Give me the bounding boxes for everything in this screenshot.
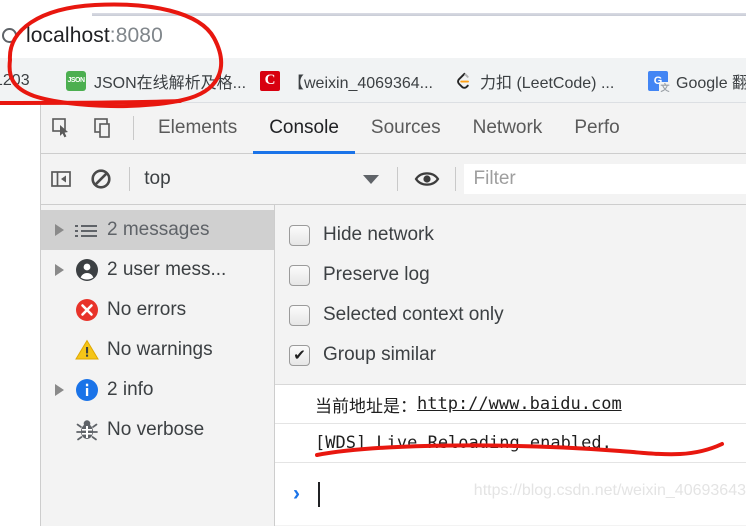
devtools-tab-bar: Elements Console Sources Network Perfo bbox=[41, 103, 746, 154]
bookmark-item-2[interactable]: C 【weixin_4069364... bbox=[260, 58, 433, 103]
google-translate-icon: G bbox=[648, 70, 671, 94]
checkbox[interactable] bbox=[289, 264, 310, 286]
bug-icon bbox=[75, 418, 99, 442]
console-prompt-row[interactable]: › https://blog.csdn.net/weixin_40693643 bbox=[275, 463, 746, 525]
tab-sources[interactable]: Sources bbox=[355, 103, 457, 154]
json-icon: JSON bbox=[66, 70, 86, 91]
expand-arrow-icon[interactable] bbox=[53, 263, 67, 277]
user-icon bbox=[75, 258, 99, 282]
filterbar-divider-2 bbox=[397, 167, 399, 191]
tab-strip-edge bbox=[92, 13, 746, 16]
setting-label: Selected context only bbox=[323, 304, 504, 325]
sidebar-item-label: 2 info bbox=[107, 379, 154, 400]
device-toolbar-icon[interactable] bbox=[83, 103, 125, 154]
live-expression-eye-icon[interactable] bbox=[406, 154, 446, 205]
bookmarks-bar: y1203 JSON JSON在线解析及格... C 【weixin_40693… bbox=[0, 58, 746, 103]
address-bar-url[interactable]: localhost:8080 bbox=[26, 24, 163, 48]
checkbox[interactable] bbox=[289, 304, 310, 326]
checkbox[interactable] bbox=[289, 224, 310, 246]
url-port: :8080 bbox=[109, 24, 163, 47]
clear-console-icon[interactable] bbox=[81, 154, 121, 205]
bookmark-item-0[interactable]: y1203 bbox=[0, 58, 30, 103]
sidebar-item-messages[interactable]: 2 messages bbox=[41, 210, 274, 250]
info-circle-icon[interactable] bbox=[2, 28, 17, 43]
console-body: 2 messages 2 user mess... No errors No w… bbox=[41, 205, 746, 526]
tab-elements[interactable]: Elements bbox=[142, 103, 253, 154]
setting-preserve-log[interactable]: Preserve log bbox=[289, 255, 746, 295]
sidebar-item-verbose[interactable]: No verbose bbox=[41, 410, 274, 450]
warning-icon bbox=[75, 338, 99, 362]
url-host: localhost bbox=[26, 24, 110, 47]
browser-omnibox-bar: localhost:8080 bbox=[0, 0, 746, 58]
setting-label: Preserve log bbox=[323, 264, 430, 285]
sidebar-item-label: 2 user mess... bbox=[107, 259, 227, 280]
filterbar-divider-1 bbox=[129, 167, 131, 191]
expand-arrow-placeholder bbox=[53, 423, 67, 437]
setting-label: Group similar bbox=[323, 344, 436, 365]
console-message-row: [WDS] Live Reloading enabled. bbox=[275, 424, 746, 463]
console-message-row: 当前地址是： http://www.baidu.com bbox=[275, 385, 746, 424]
bookmark-item-3[interactable]: 力扣 (LeetCode) ... bbox=[452, 58, 614, 103]
csdn-icon: C bbox=[260, 70, 280, 91]
console-message-link[interactable]: http://www.baidu.com bbox=[417, 394, 622, 414]
console-sidebar: 2 messages 2 user mess... No errors No w… bbox=[41, 205, 275, 526]
sidebar-item-label: No warnings bbox=[107, 339, 213, 360]
console-filter-input[interactable]: Filter bbox=[463, 164, 746, 194]
tab-network[interactable]: Network bbox=[457, 103, 559, 154]
screenshot-root: localhost:8080 y1203 JSON JSON在线解析及格... … bbox=[0, 0, 746, 526]
sidebar-item-info[interactable]: 2 info bbox=[41, 370, 274, 410]
bookmark-label: Google 翻 bbox=[676, 74, 746, 92]
sidebar-item-label: No errors bbox=[107, 299, 187, 320]
console-sidebar-toggle-icon[interactable] bbox=[41, 154, 81, 205]
filterbar-divider-3 bbox=[454, 167, 456, 191]
sidebar-item-warnings[interactable]: No warnings bbox=[41, 330, 274, 370]
leetcode-icon bbox=[452, 71, 472, 91]
console-filter-bar: top Filter bbox=[41, 154, 746, 205]
watermark-text: https://blog.csdn.net/weixin_40693643 bbox=[473, 482, 746, 499]
execution-context-select[interactable]: top bbox=[138, 163, 389, 195]
setting-selected-context-only[interactable]: Selected context only bbox=[289, 295, 746, 335]
sidebar-item-label: 2 messages bbox=[107, 219, 210, 240]
text-cursor bbox=[318, 481, 320, 507]
checkbox-checked[interactable]: ✔ bbox=[289, 344, 310, 366]
sidebar-item-label: No verbose bbox=[107, 419, 205, 440]
bookmark-label: 【weixin_4069364... bbox=[288, 74, 433, 92]
expand-arrow-icon[interactable] bbox=[53, 223, 67, 237]
tab-console[interactable]: Console bbox=[253, 103, 355, 154]
console-settings-panel: Hide network Preserve log Selected conte… bbox=[275, 205, 746, 385]
inspect-element-icon[interactable] bbox=[41, 103, 83, 154]
execution-context-value: top bbox=[144, 168, 171, 189]
info-icon bbox=[75, 378, 99, 402]
expand-arrow-placeholder bbox=[53, 343, 67, 357]
prompt-caret-icon: › bbox=[293, 482, 300, 505]
expand-arrow-icon[interactable] bbox=[53, 383, 67, 397]
setting-group-similar[interactable]: ✔ Group similar bbox=[289, 335, 746, 375]
console-main: Hide network Preserve log Selected conte… bbox=[275, 205, 746, 526]
console-message-text: [WDS] Live Reloading enabled. bbox=[315, 433, 612, 453]
bookmark-label: y1203 bbox=[0, 71, 30, 89]
list-icon bbox=[75, 217, 99, 243]
bookmark-item-4[interactable]: G Google 翻 bbox=[648, 58, 746, 103]
error-icon bbox=[75, 298, 99, 322]
bookmark-item-1[interactable]: JSON JSON在线解析及格... bbox=[66, 58, 246, 103]
expand-arrow-placeholder bbox=[53, 303, 67, 317]
setting-hide-network[interactable]: Hide network bbox=[289, 215, 746, 255]
bookmark-label: JSON在线解析及格... bbox=[94, 74, 247, 92]
sidebar-item-errors[interactable]: No errors bbox=[41, 290, 274, 330]
sidebar-item-user-messages[interactable]: 2 user mess... bbox=[41, 250, 274, 290]
tab-performance[interactable]: Perfo bbox=[558, 103, 635, 154]
bookmark-label: 力扣 (LeetCode) ... bbox=[480, 74, 615, 92]
console-message-text: 当前地址是： bbox=[315, 396, 417, 417]
setting-label: Hide network bbox=[323, 224, 434, 245]
chevron-down-icon bbox=[363, 174, 380, 184]
devtools-panel: Elements Console Sources Network Perfo t… bbox=[40, 103, 746, 526]
toolbar-divider bbox=[133, 116, 134, 140]
